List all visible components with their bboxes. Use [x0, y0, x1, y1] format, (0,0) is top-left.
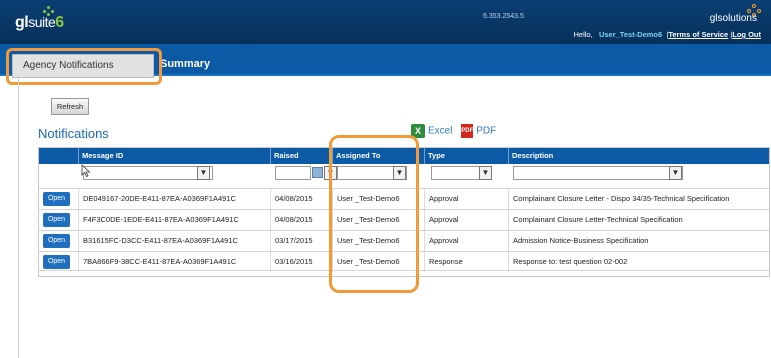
- tab-summary[interactable]: Summary: [160, 58, 210, 70]
- greeting-text: Hello,: [573, 30, 593, 39]
- calendar-icon[interactable]: [312, 167, 323, 178]
- open-button[interactable]: Open: [43, 213, 70, 227]
- open-button[interactable]: Open: [43, 192, 70, 206]
- funnel-icon[interactable]: ▼: [197, 166, 210, 180]
- column-header-raised[interactable]: Raised: [271, 148, 333, 164]
- app-header: glsuite6 6.353.2543.5 glsolutions Hello,…: [0, 0, 771, 44]
- raised-cell: 03/17/2015: [271, 231, 333, 251]
- column-header-message-id[interactable]: Message ID: [79, 148, 271, 164]
- refresh-button[interactable]: Refresh: [51, 98, 89, 115]
- type-cell: Response: [425, 252, 509, 272]
- logout-link[interactable]: Log Out: [732, 30, 761, 39]
- open-button[interactable]: Open: [43, 255, 70, 269]
- description-cell: Complainant Closure Letter - Dispo 34/35…: [513, 194, 730, 203]
- user-line: Hello, User_Test-Demo6 |Terms of Service…: [574, 30, 762, 39]
- raised-filter-input[interactable]: [275, 166, 311, 180]
- message-id-filter-input[interactable]: [83, 166, 213, 180]
- description-cell: Complainant Closure Letter-Technical Spe…: [513, 215, 683, 224]
- raised-cell: 03/16/2015: [271, 252, 333, 272]
- brand-text: glsolutions: [709, 13, 757, 24]
- page-border: [18, 76, 19, 358]
- raised-cell: 04/08/2015: [271, 210, 333, 230]
- raised-cell: 04/08/2015: [271, 189, 333, 209]
- user-name: User_Test-Demo6: [598, 30, 663, 39]
- column-header-description[interactable]: Description: [509, 148, 769, 164]
- column-header-actions: [39, 148, 79, 164]
- brand-logo: glsolutions: [710, 10, 757, 24]
- mouse-cursor-icon: [81, 164, 91, 178]
- open-button[interactable]: Open: [43, 234, 70, 248]
- message-id-cell: 7BA866F9-38CC-E411-87EA-A0369F1A491C: [79, 252, 271, 272]
- terms-link[interactable]: Terms of Service: [668, 30, 728, 39]
- excel-link[interactable]: Excel: [428, 126, 452, 137]
- description-cell: Admission Notice-Business Specification: [513, 236, 649, 245]
- logo-suite-text: suite: [28, 14, 56, 30]
- tab-highlight-box: [6, 48, 162, 85]
- column-header-type[interactable]: Type: [425, 148, 509, 164]
- type-cell: Approval: [425, 189, 509, 209]
- description-cell: Response to: test question 02-002: [513, 257, 628, 266]
- assigned-highlight-box: [329, 135, 419, 293]
- version-label: 6.353.2543.5: [483, 13, 524, 20]
- logo-six-text: 6: [55, 14, 64, 31]
- type-cell: Approval: [425, 231, 509, 251]
- pdf-link[interactable]: PDF: [476, 126, 496, 137]
- message-id-cell: B31615FC-D3CC-E411-87EA-A0369F1A491C: [79, 231, 271, 251]
- app-logo[interactable]: glsuite6: [15, 14, 64, 32]
- funnel-icon[interactable]: ▼: [669, 166, 682, 180]
- pdf-icon[interactable]: PDF: [461, 124, 474, 138]
- type-cell: Approval: [425, 210, 509, 230]
- message-id-cell: F4F3C0DE-1EDE-E411-87EA-A0369F1A491C: [79, 210, 271, 230]
- message-id-cell: DE049167-20DE-E411-87EA-A0369F1A491C: [79, 189, 271, 209]
- funnel-icon[interactable]: ▼: [479, 166, 492, 180]
- page-title: Notifications: [38, 126, 109, 141]
- description-filter-input[interactable]: [513, 166, 683, 180]
- logo-gl-text: gl: [15, 14, 29, 31]
- export-links: X Excel PDF PDF: [411, 124, 496, 138]
